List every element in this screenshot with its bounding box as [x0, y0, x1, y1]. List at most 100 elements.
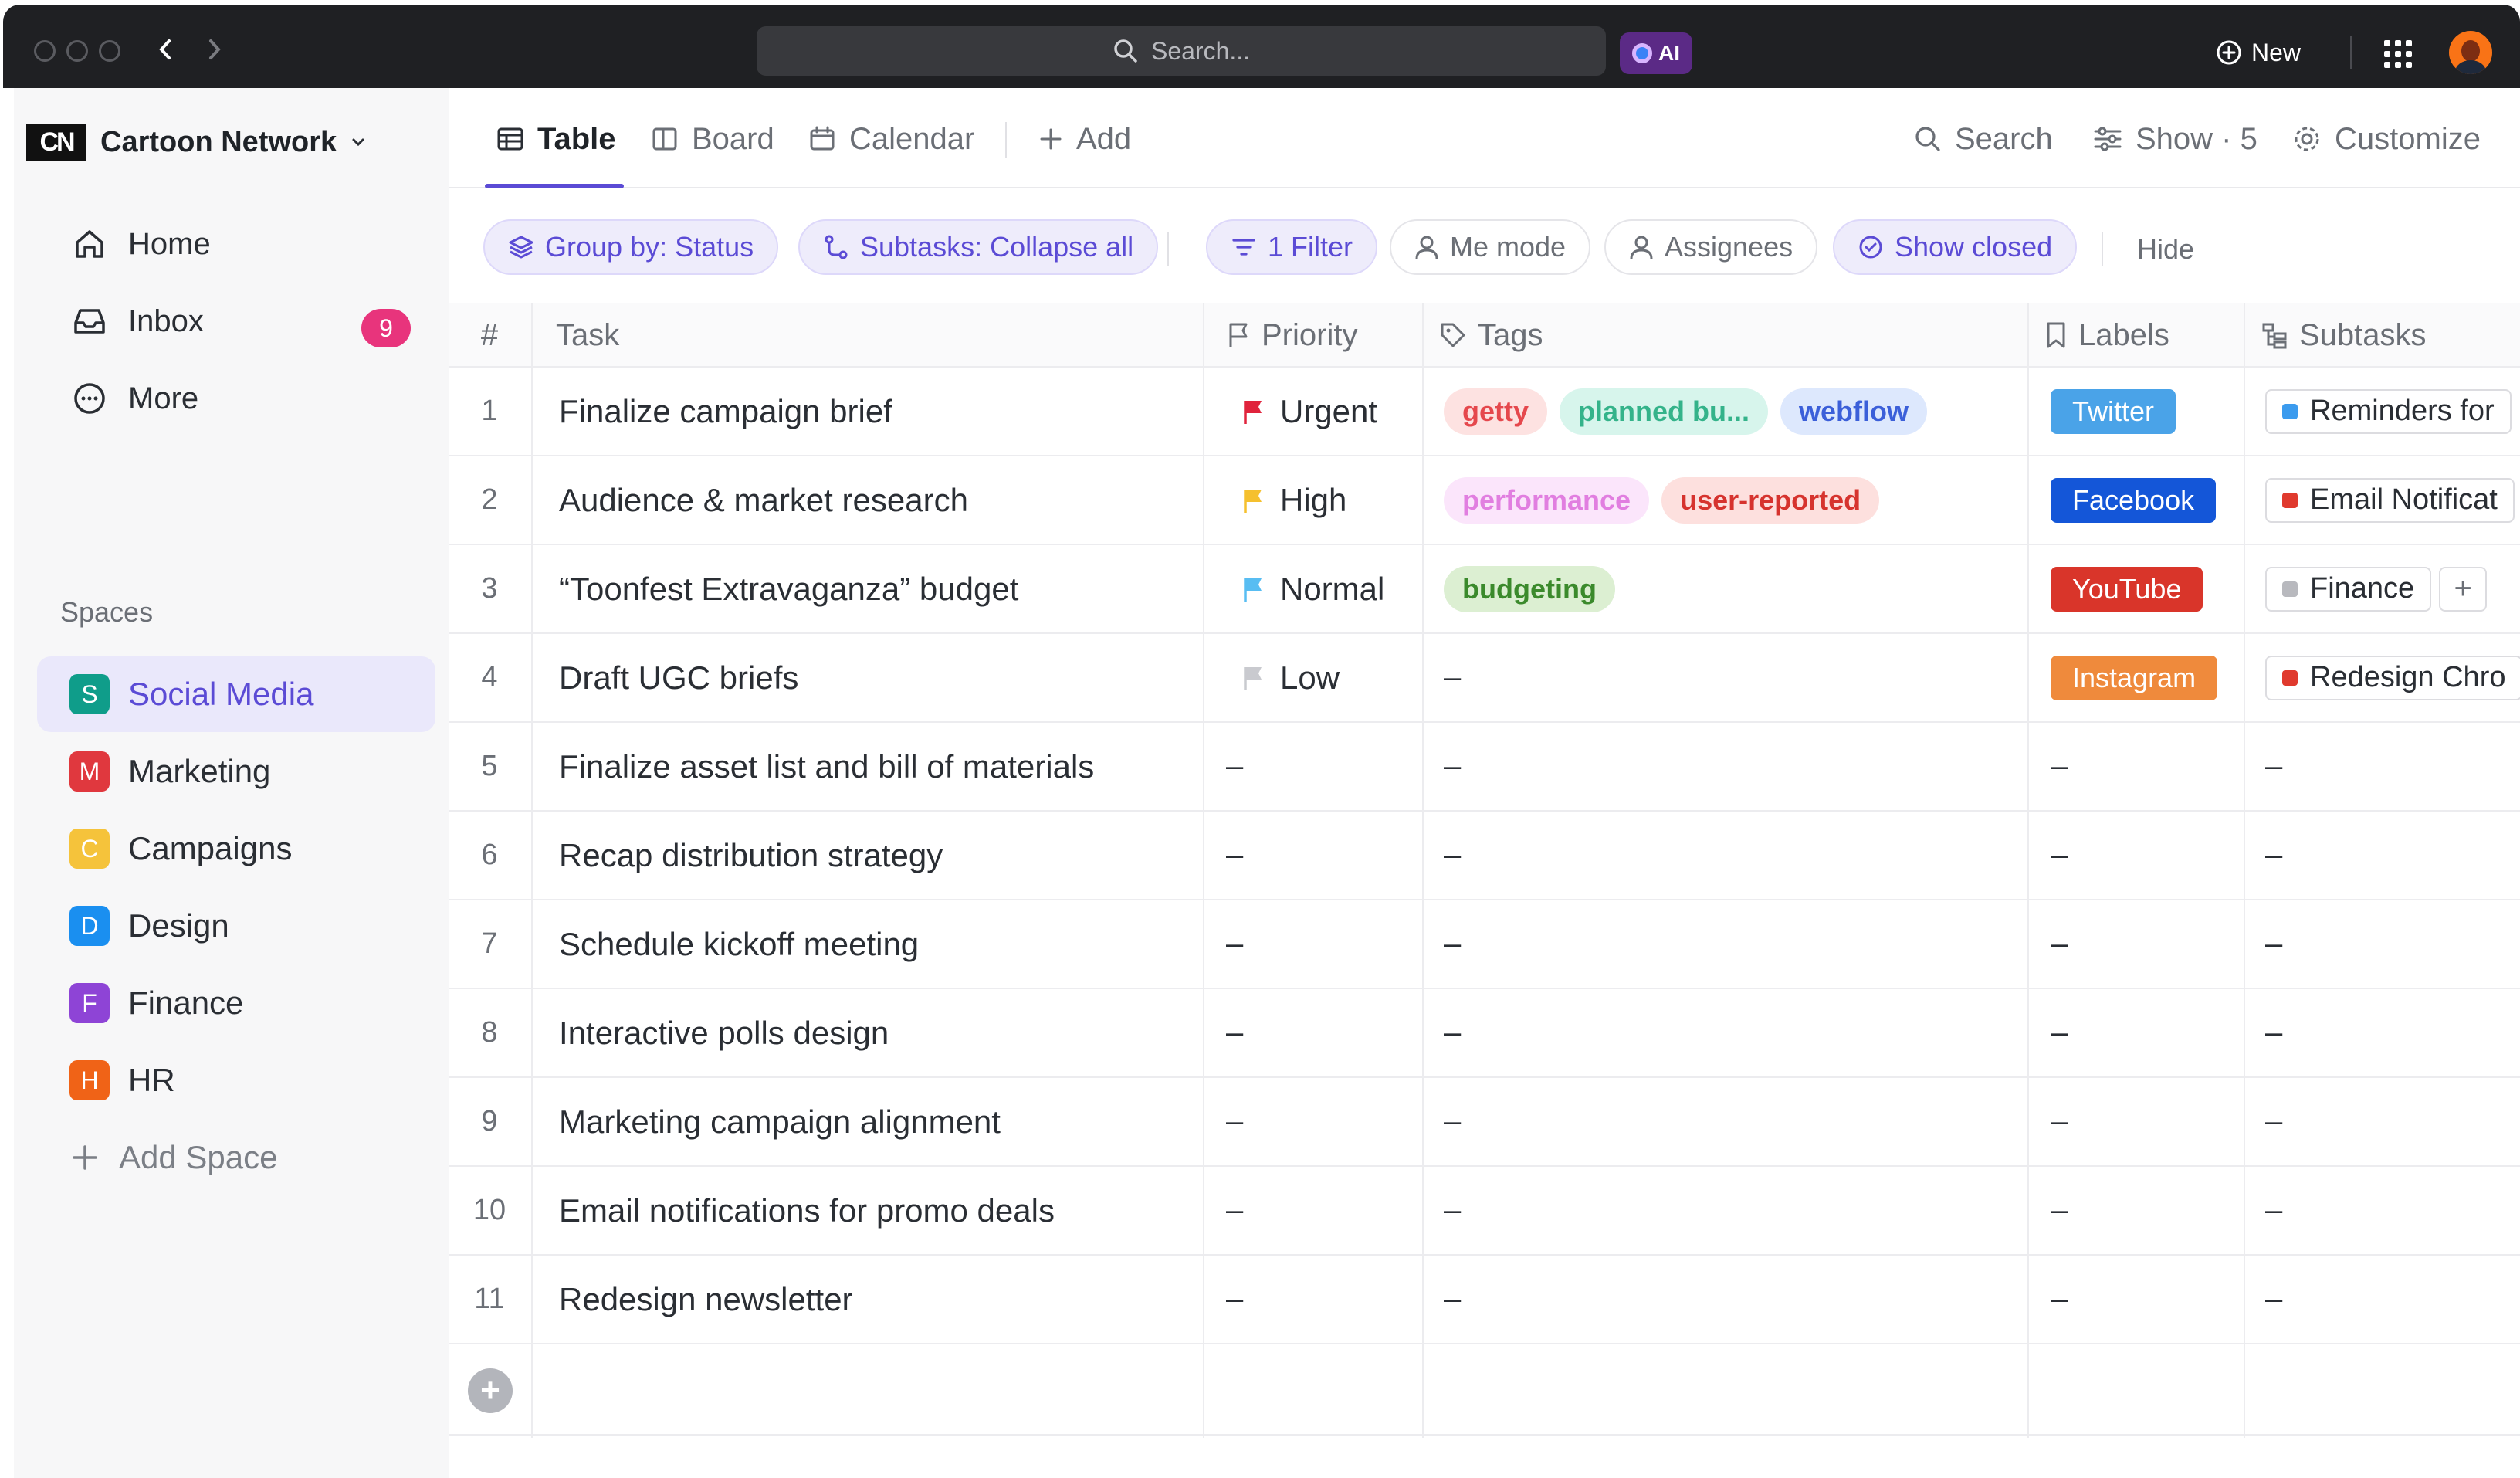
- priority-cell[interactable]: Normal: [1241, 545, 1384, 632]
- labels-cell[interactable]: Instagram: [2051, 634, 2218, 721]
- column-header-priority[interactable]: Priority: [1226, 303, 1357, 368]
- label-pill[interactable]: Instagram: [2051, 655, 2218, 700]
- tags-empty[interactable]: –: [1444, 812, 1461, 899]
- show-columns-button[interactable]: Show · 5: [2092, 114, 2258, 164]
- table-row[interactable]: 9 Marketing campaign alignment – – – –: [449, 1078, 2520, 1167]
- space-item-hr[interactable]: H HR: [37, 1042, 435, 1118]
- tag-pill[interactable]: planned bu...: [1560, 388, 1769, 435]
- table-row[interactable]: 7 Schedule kickoff meeting – – – –: [449, 900, 2520, 989]
- priority-cell[interactable]: Low: [1241, 634, 1340, 721]
- subtask-chip[interactable]: Redesign Chro: [2265, 655, 2520, 700]
- tag-pill[interactable]: getty: [1444, 388, 1548, 435]
- add-subtask-button[interactable]: +: [2439, 566, 2488, 612]
- subtask-chip[interactable]: Email Notificat: [2265, 477, 2515, 523]
- table-search-button[interactable]: Search: [1913, 114, 2053, 164]
- subtasks-empty[interactable]: –: [2265, 1078, 2282, 1165]
- global-search-input[interactable]: Search...: [757, 26, 1606, 76]
- tag-pill[interactable]: performance: [1444, 476, 1650, 524]
- task-name[interactable]: Draft UGC briefs: [559, 634, 798, 721]
- task-name[interactable]: Interactive polls design: [559, 989, 889, 1076]
- table-row[interactable]: 11 Redesign newsletter – – – –: [449, 1256, 2520, 1344]
- labels-empty[interactable]: –: [2051, 989, 2068, 1076]
- space-item-social-media[interactable]: S Social Media: [37, 656, 435, 732]
- tags-empty[interactable]: –: [1444, 989, 1461, 1076]
- task-name[interactable]: Redesign newsletter: [559, 1256, 853, 1343]
- tab-table[interactable]: Table: [496, 114, 616, 164]
- subtasks-empty[interactable]: –: [2265, 900, 2282, 988]
- subtasks-empty[interactable]: –: [2265, 812, 2282, 899]
- hide-button[interactable]: Hide: [2137, 233, 2194, 266]
- subtasks-empty[interactable]: –: [2265, 989, 2282, 1076]
- new-button[interactable]: New: [2216, 31, 2301, 74]
- tags-cell[interactable]: getty planned bu... webflow: [1444, 368, 1939, 455]
- table-row[interactable]: 1 Finalize campaign brief Urgent getty plann…: [449, 368, 2520, 456]
- task-name[interactable]: Email notifications for promo deals: [559, 1167, 1055, 1254]
- workspace-switcher[interactable]: CN Cartoon Network: [26, 124, 366, 161]
- priority-cell[interactable]: High: [1241, 456, 1346, 544]
- labels-cell[interactable]: YouTube: [2051, 545, 2203, 632]
- labels-empty[interactable]: –: [2051, 723, 2068, 810]
- close-window-button[interactable]: [34, 40, 56, 62]
- table-row[interactable]: 8 Interactive polls design – – – –: [449, 989, 2520, 1078]
- show-closed-chip[interactable]: Show closed: [1833, 219, 2078, 275]
- maximize-window-button[interactable]: [99, 40, 120, 62]
- label-pill[interactable]: Facebook: [2051, 477, 2217, 523]
- forward-button[interactable]: [199, 32, 230, 66]
- column-header-tags[interactable]: Tags: [1439, 303, 1543, 368]
- tags-empty[interactable]: –: [1444, 1167, 1461, 1254]
- priority-cell[interactable]: Urgent: [1241, 368, 1377, 455]
- tab-calendar[interactable]: Calendar: [808, 114, 974, 164]
- labels-empty[interactable]: –: [2051, 1256, 2068, 1343]
- table-row[interactable]: 6 Recap distribution strategy – – – –: [449, 812, 2520, 900]
- column-header-task[interactable]: Task: [556, 303, 619, 368]
- table-row[interactable]: 3 “Toonfest Extravaganza” budget Normal bud…: [449, 545, 2520, 634]
- me-mode-chip[interactable]: Me mode: [1390, 219, 1591, 275]
- tag-pill[interactable]: budgeting: [1444, 565, 1615, 612]
- space-item-design[interactable]: D Design: [37, 888, 435, 964]
- column-header-subtasks[interactable]: Subtasks: [2261, 303, 2427, 368]
- tags-cell[interactable]: performance user-reported: [1444, 456, 1892, 544]
- subtasks-cell[interactable]: Reminders for: [2265, 368, 2520, 455]
- tags-empty[interactable]: –: [1444, 723, 1461, 810]
- tab-board[interactable]: Board: [650, 114, 774, 164]
- table-row[interactable]: 4 Draft UGC briefs Low – Instagram Redesign C…: [449, 634, 2520, 723]
- table-row[interactable]: 10 Email notifications for promo deals – – –…: [449, 1167, 2520, 1256]
- table-row[interactable]: 5 Finalize asset list and bill of materia…: [449, 723, 2520, 812]
- priority-empty[interactable]: –: [1226, 723, 1243, 810]
- subtasks-cell[interactable]: Finance +: [2265, 545, 2520, 632]
- tags-cell[interactable]: budgeting: [1444, 545, 1628, 632]
- task-name[interactable]: Recap distribution strategy: [559, 812, 943, 899]
- priority-empty[interactable]: –: [1226, 1167, 1243, 1254]
- label-pill[interactable]: Twitter: [2051, 388, 2176, 434]
- subtasks-cell[interactable]: Redesign Chro: [2265, 634, 2520, 721]
- add-space-button[interactable]: Add Space: [37, 1120, 435, 1195]
- tags-empty[interactable]: –: [1444, 900, 1461, 988]
- sidebar-item-inbox[interactable]: Inbox 9: [37, 284, 435, 358]
- tag-pill[interactable]: webflow: [1780, 388, 1928, 435]
- priority-empty[interactable]: –: [1226, 1256, 1243, 1343]
- minimize-window-button[interactable]: [66, 40, 88, 62]
- priority-empty[interactable]: –: [1226, 812, 1243, 899]
- subtasks-chip[interactable]: Subtasks: Collapse all: [798, 219, 1159, 275]
- priority-empty[interactable]: –: [1226, 1078, 1243, 1165]
- label-pill[interactable]: YouTube: [2051, 566, 2203, 612]
- labels-cell[interactable]: Twitter: [2051, 368, 2176, 455]
- task-name[interactable]: Finalize asset list and bill of material…: [559, 723, 1094, 810]
- add-task-button[interactable]: +: [468, 1368, 513, 1413]
- space-item-finance[interactable]: F Finance: [37, 965, 435, 1041]
- ai-button[interactable]: AI: [1620, 32, 1692, 74]
- tags-empty[interactable]: –: [1444, 1256, 1461, 1343]
- assignees-chip[interactable]: Assignees: [1604, 219, 1818, 275]
- task-name[interactable]: Audience & market research: [559, 456, 968, 544]
- apps-grid-icon[interactable]: [2381, 37, 2412, 68]
- back-button[interactable]: [150, 32, 181, 66]
- labels-cell[interactable]: Facebook: [2051, 456, 2217, 544]
- labels-empty[interactable]: –: [2051, 1167, 2068, 1254]
- subtask-chip[interactable]: Reminders for: [2265, 388, 2512, 434]
- sidebar-item-more[interactable]: More: [37, 361, 435, 436]
- space-item-campaigns[interactable]: C Campaigns: [37, 811, 435, 886]
- new-task-row[interactable]: [449, 1344, 2520, 1436]
- sidebar-item-home[interactable]: Home: [37, 207, 435, 281]
- priority-empty[interactable]: –: [1226, 989, 1243, 1076]
- filter-chip[interactable]: 1 Filter: [1206, 219, 1378, 275]
